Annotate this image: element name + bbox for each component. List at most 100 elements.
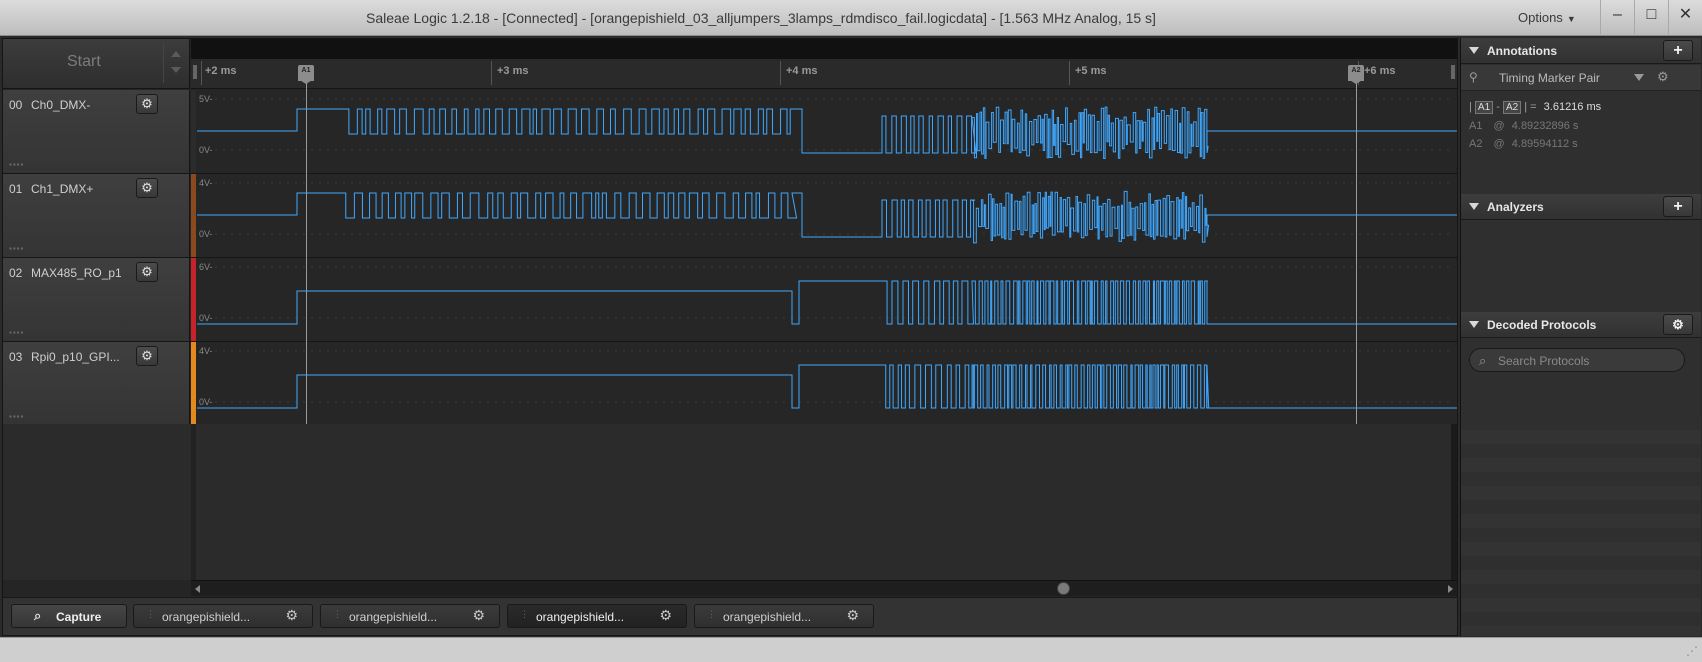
session-tab[interactable]: ⋮ orangepishield... ⚙	[320, 604, 500, 628]
status-bar: ⋰	[0, 637, 1702, 662]
annotations-header[interactable]: Annotations +	[1461, 38, 1701, 64]
ruler-left-edge	[193, 65, 197, 79]
gear-icon[interactable]: ⚙	[136, 178, 158, 198]
channel-waveform[interactable]: 5V- 0V-	[197, 90, 1457, 173]
drag-handle-icon[interactable]: ▪▪▪▪	[9, 244, 24, 253]
session-tab-active[interactable]: ⋮ orangepishield... ⚙	[507, 604, 687, 628]
signal-trace	[197, 106, 1457, 159]
protocol-list	[1461, 416, 1701, 636]
marker-a2-badge: A2	[1502, 101, 1522, 114]
channel-label-panel[interactable]: 03 Rpi0_p10_GPI... ⚙ ▪▪▪▪	[3, 342, 190, 425]
channel-color-strip	[191, 174, 196, 257]
collapse-triangle-icon[interactable]	[1469, 321, 1479, 328]
start-button[interactable]: Start	[67, 53, 101, 71]
voltage-bottom-label: 0V-	[199, 229, 213, 239]
horizontal-scrollbar[interactable]	[191, 580, 1457, 596]
voltage-top-label: 5V-	[199, 94, 213, 104]
arrow-up-icon	[171, 51, 181, 57]
capture-tab[interactable]: ⌕ Capture	[11, 604, 127, 628]
channel-name[interactable]: MAX485_RO_p1	[31, 266, 121, 280]
marker-a1-line[interactable]	[306, 83, 307, 424]
gear-icon[interactable]: ⚙	[659, 607, 672, 624]
protocol-search[interactable]: ⌕	[1469, 348, 1685, 372]
channel-waveform[interactable]: 6V- 0V-	[197, 258, 1457, 341]
arrow-down-icon	[171, 67, 181, 73]
drag-handle-icon[interactable]: ▪▪▪▪	[9, 160, 24, 169]
minimize-button[interactable]: –	[1600, 0, 1634, 34]
empty-channel-area	[3, 424, 1457, 580]
channel-waveform[interactable]: 4V- 0V-	[197, 174, 1457, 257]
scroll-left-icon[interactable]	[195, 585, 200, 593]
gear-icon[interactable]: ⚙	[472, 607, 485, 624]
resize-grip-icon[interactable]: ⋰	[1686, 644, 1698, 658]
gear-icon[interactable]: ⚙	[1663, 314, 1693, 335]
start-controls: Start	[3, 39, 190, 89]
color-rail	[191, 424, 196, 580]
voltage-bottom-label: 0V-	[199, 145, 213, 155]
channel-number: 02	[9, 266, 23, 280]
tick-label: +2 ms	[205, 65, 237, 77]
marker-a1-row: A1 @ 4.89232896 s	[1469, 120, 1578, 132]
session-tab-label: orangepishield...	[723, 610, 812, 624]
channel-name[interactable]: Ch0_DMX-	[31, 98, 121, 112]
a1-label: A1	[1469, 120, 1483, 132]
ruler-right-edge	[1451, 65, 1455, 79]
channel-label-panel[interactable]: 02 MAX485_RO_p1 ⚙ ▪▪▪▪	[3, 258, 190, 341]
collapse-triangle-icon[interactable]	[1469, 47, 1479, 54]
a1-value: 4.89232896 s	[1511, 120, 1579, 132]
gear-icon[interactable]: ⚙	[136, 262, 158, 282]
decoded-protocols-header[interactable]: Decoded Protocols ⚙	[1461, 312, 1701, 338]
annotations-title: Annotations	[1487, 44, 1557, 58]
drag-handle-icon[interactable]: ▪▪▪▪	[9, 412, 24, 421]
a2-value: 4.89594112 s	[1511, 138, 1578, 150]
search-protocols-input[interactable]	[1498, 352, 1678, 369]
tick-line	[1069, 61, 1070, 85]
time-ruler[interactable]: +2 ms +3 ms +4 ms +5 ms +6 ms A1 A2	[191, 39, 1457, 89]
chevron-down-icon: ▼	[1566, 14, 1576, 24]
marker-a2-flag[interactable]: A2	[1348, 65, 1364, 84]
a2-label: A2	[1469, 138, 1483, 150]
gear-icon[interactable]: ⚙	[1657, 69, 1669, 85]
session-tab-label: orangepishield...	[349, 610, 438, 624]
window-title: Saleae Logic 1.2.18 - [Connected] - [ora…	[366, 10, 1156, 26]
magnifier-icon: ⌕	[34, 608, 42, 623]
vertical-scrollbar[interactable]	[1451, 424, 1457, 580]
channel-name[interactable]: Ch1_DMX+	[31, 182, 121, 196]
dropdown-triangle-icon[interactable]	[1634, 74, 1644, 81]
session-tab[interactable]: ⋮ orangepishield... ⚙	[133, 604, 313, 628]
signal-trace	[197, 190, 1457, 244]
search-icon: ⌕	[1479, 353, 1487, 368]
session-tab[interactable]: ⋮ orangepishield... ⚙	[694, 604, 874, 628]
add-annotation-button[interactable]: +	[1663, 40, 1693, 61]
channel-row: 00 Ch0_DMX- ⚙ ▪▪▪▪ 5V- 0V-	[3, 90, 1457, 174]
tab-grip-icon: ⋮	[146, 609, 155, 619]
session-tab-label: orangepishield...	[536, 610, 625, 624]
marker-a2-line[interactable]	[1356, 83, 1357, 424]
tick-label: +5 ms	[1075, 65, 1107, 77]
drag-handle-icon[interactable]: ▪▪▪▪	[9, 328, 24, 337]
collapse-triangle-icon[interactable]	[1469, 203, 1479, 210]
start-options-spinner[interactable]	[163, 43, 187, 83]
analyzers-header[interactable]: Analyzers +	[1461, 194, 1701, 220]
options-menu[interactable]: Options ▼	[1518, 10, 1576, 25]
close-button[interactable]: ✕	[1668, 0, 1702, 34]
gear-icon[interactable]: ⚙	[846, 607, 859, 624]
gear-icon[interactable]: ⚙	[285, 607, 298, 624]
channel-label-panel[interactable]: 00 Ch0_DMX- ⚙ ▪▪▪▪	[3, 90, 190, 173]
marker-a1-flag[interactable]: A1	[298, 65, 314, 84]
gear-icon[interactable]: ⚙	[136, 94, 158, 114]
abs-bar: |	[1469, 101, 1472, 113]
decoded-protocols-title: Decoded Protocols	[1487, 318, 1597, 332]
channel-name[interactable]: Rpi0_p10_GPI...	[31, 350, 121, 364]
timing-marker-pair-row[interactable]: ⚲ Timing Marker Pair ⚙	[1461, 65, 1701, 91]
maximize-button[interactable]: □	[1634, 0, 1668, 34]
scroll-right-icon[interactable]	[1448, 585, 1453, 593]
channel-waveform[interactable]: 4V- 0V-	[197, 342, 1457, 425]
marker-diff-value: 3.61216 ms	[1543, 101, 1602, 113]
channel-row: 02 MAX485_RO_p1 ⚙ ▪▪▪▪ 6V- 0V-	[3, 258, 1457, 342]
channel-color-strip	[191, 258, 196, 341]
channel-label-panel[interactable]: 01 Ch1_DMX+ ⚙ ▪▪▪▪	[3, 174, 190, 257]
gear-icon[interactable]: ⚙	[136, 346, 158, 366]
scroll-thumb[interactable]	[1057, 582, 1070, 595]
add-analyzer-button[interactable]: +	[1663, 196, 1693, 217]
